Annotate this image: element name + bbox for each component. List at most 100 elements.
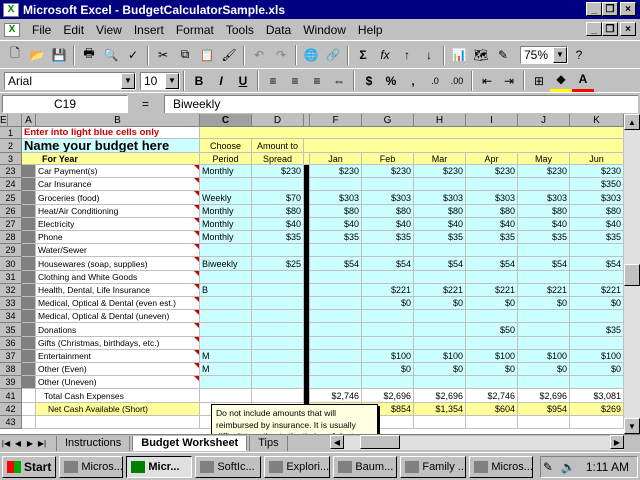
- month-cell[interactable]: [570, 244, 624, 257]
- merge-center-icon[interactable]: ⇔: [328, 70, 350, 92]
- month-cell[interactable]: $221: [518, 284, 570, 297]
- task-button[interactable]: Baum...: [333, 455, 398, 478]
- row-header[interactable]: 42: [0, 403, 22, 416]
- row-label[interactable]: Total Cash Expenses: [36, 389, 200, 403]
- vertical-scrollbar[interactable]: ▲ ▼: [624, 114, 640, 434]
- month-cell[interactable]: [518, 310, 570, 323]
- month-cell[interactable]: $80: [518, 205, 570, 218]
- month-cell[interactable]: $35: [466, 231, 518, 244]
- menu-insert[interactable]: Insert: [128, 23, 170, 37]
- row-label[interactable]: Other (Uneven): [36, 376, 200, 389]
- row-label[interactable]: Phone: [36, 231, 200, 244]
- month-cell[interactable]: $80: [310, 205, 362, 218]
- copy-icon[interactable]: ⧉: [174, 44, 196, 66]
- amount-cell[interactable]: [252, 337, 304, 350]
- period-cell[interactable]: M: [200, 350, 252, 363]
- month-cell[interactable]: [518, 178, 570, 191]
- period-cell[interactable]: B: [200, 284, 252, 297]
- name-box[interactable]: C19: [2, 94, 128, 113]
- menu-file[interactable]: File: [26, 23, 57, 37]
- horizontal-scrollbar[interactable]: ◀ ▶: [330, 435, 624, 450]
- task-button[interactable]: Family ...: [400, 455, 467, 478]
- month-cell[interactable]: [570, 271, 624, 284]
- month-cell[interactable]: [414, 271, 466, 284]
- month-cell[interactable]: [310, 178, 362, 191]
- autosum-icon[interactable]: Σ: [352, 44, 374, 66]
- period-cell[interactable]: [200, 271, 252, 284]
- menu-edit[interactable]: Edit: [57, 23, 90, 37]
- cell-a[interactable]: [22, 337, 36, 350]
- menu-data[interactable]: Data: [260, 23, 297, 37]
- month-cell[interactable]: $230: [466, 165, 518, 178]
- column-header-d[interactable]: D: [252, 114, 304, 127]
- amount-cell[interactable]: [252, 284, 304, 297]
- month-cell[interactable]: $100: [570, 350, 624, 363]
- month-cell[interactable]: $80: [466, 205, 518, 218]
- month-cell[interactable]: $40: [414, 218, 466, 231]
- month-cell[interactable]: $80: [414, 205, 466, 218]
- speaker-icon[interactable]: 🔊: [561, 460, 576, 474]
- cell-a[interactable]: [22, 297, 36, 310]
- period-cell[interactable]: [200, 244, 252, 257]
- month-cell[interactable]: $54: [362, 257, 414, 271]
- row-label[interactable]: Car Insurance: [36, 178, 200, 191]
- column-header-k[interactable]: K: [570, 114, 624, 127]
- doc-restore-button[interactable]: ❐: [602, 22, 618, 36]
- formula-input[interactable]: Biweekly: [164, 94, 638, 113]
- row-label[interactable]: Medical, Optical & Dental (uneven): [36, 310, 200, 323]
- month-cell[interactable]: [570, 416, 624, 429]
- menu-view[interactable]: View: [90, 23, 128, 37]
- month-cell[interactable]: [310, 363, 362, 376]
- row-label[interactable]: Car Payment(s): [36, 165, 200, 178]
- month-cell[interactable]: [310, 297, 362, 310]
- month-cell[interactable]: $2,746: [310, 389, 362, 403]
- column-header-a[interactable]: A: [22, 114, 36, 127]
- month-cell[interactable]: $100: [362, 350, 414, 363]
- month-cell[interactable]: $40: [518, 218, 570, 231]
- month-cell[interactable]: [414, 416, 466, 429]
- month-cell[interactable]: $35: [362, 231, 414, 244]
- row-header[interactable]: 27: [0, 218, 22, 231]
- period-cell[interactable]: Monthly: [200, 205, 252, 218]
- cell-a[interactable]: [22, 231, 36, 244]
- currency-button[interactable]: $: [358, 70, 380, 92]
- month-cell[interactable]: [466, 310, 518, 323]
- row-header[interactable]: 41: [0, 389, 22, 403]
- period-cell[interactable]: [200, 376, 252, 389]
- month-cell[interactable]: [466, 178, 518, 191]
- period-cell[interactable]: [200, 178, 252, 191]
- align-right-icon[interactable]: ≡: [306, 70, 328, 92]
- amount-cell[interactable]: $70: [252, 191, 304, 205]
- row-header[interactable]: 33: [0, 297, 22, 310]
- month-cell[interactable]: $0: [466, 297, 518, 310]
- font-combo[interactable]: Arial ▼: [4, 71, 136, 90]
- first-sheet-icon[interactable]: |◀: [0, 437, 12, 450]
- row-label[interactable]: Other (Even): [36, 363, 200, 376]
- month-cell[interactable]: [570, 310, 624, 323]
- print-preview-icon[interactable]: 🔍: [100, 44, 122, 66]
- row-header[interactable]: 32: [0, 284, 22, 297]
- month-cell[interactable]: $3,081: [570, 389, 624, 403]
- month-cell[interactable]: [570, 337, 624, 350]
- cell-a[interactable]: [22, 205, 36, 218]
- month-cell[interactable]: [518, 271, 570, 284]
- month-cell[interactable]: $0: [362, 363, 414, 376]
- cell-a[interactable]: [22, 284, 36, 297]
- font-size-combo[interactable]: 10 ▼: [140, 71, 180, 90]
- minimize-button[interactable]: _: [586, 2, 602, 16]
- month-cell[interactable]: [310, 244, 362, 257]
- period-cell[interactable]: M: [200, 363, 252, 376]
- month-cell[interactable]: [414, 244, 466, 257]
- office-assistant-icon[interactable]: ?: [568, 44, 590, 66]
- chevron-down-icon[interactable]: ▼: [121, 72, 135, 89]
- month-cell[interactable]: [310, 271, 362, 284]
- month-cell[interactable]: $2,696: [414, 389, 466, 403]
- month-cell[interactable]: $40: [466, 218, 518, 231]
- month-cell[interactable]: $40: [362, 218, 414, 231]
- close-button[interactable]: ×: [620, 2, 636, 16]
- month-cell[interactable]: $221: [570, 284, 624, 297]
- month-cell[interactable]: $303: [466, 191, 518, 205]
- map-icon[interactable]: 🗺: [470, 44, 492, 66]
- month-cell[interactable]: $100: [466, 350, 518, 363]
- month-cell[interactable]: [310, 350, 362, 363]
